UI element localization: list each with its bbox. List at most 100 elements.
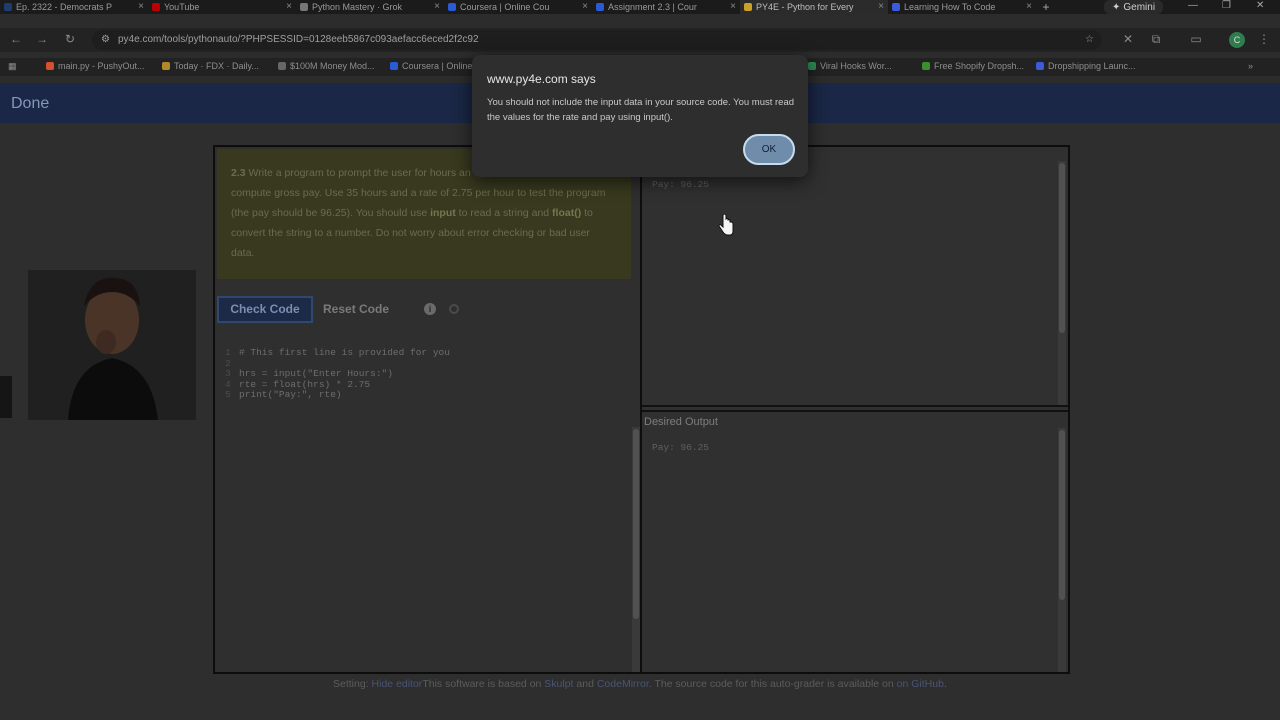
desired-output-box: Desired Output Pay: 96.25 <box>642 410 1068 672</box>
close-icon[interactable]: × <box>582 1 588 12</box>
apps-grid-icon[interactable]: ▦ <box>8 61 17 72</box>
bookmark-item[interactable]: Free Shopify Dropsh... <box>922 61 1024 71</box>
extension-icon[interactable]: ✕ <box>1120 32 1136 48</box>
bookmark-favicon-icon <box>922 62 930 70</box>
question-number: 2.3 <box>231 167 246 179</box>
close-icon[interactable]: × <box>730 1 736 12</box>
dialog-title: www.py4e.com says <box>487 72 596 86</box>
new-tab-button[interactable]: + <box>1036 0 1056 14</box>
footer-text: . <box>943 678 947 690</box>
tab-assignment[interactable]: Assignment 2.3 | Cour × <box>592 0 740 14</box>
skulpt-link[interactable]: Skulpt <box>544 678 573 690</box>
question-text: Write a program to prompt the user for h… <box>245 167 471 179</box>
tab-title: Ep. 2322 - Democrats P <box>16 2 113 12</box>
url-input[interactable]: ⚙ py4e.com/tools/pythonauto/?PHPSESSID=0… <box>92 30 1102 50</box>
check-code-button[interactable]: Check Code <box>217 296 313 323</box>
code-text: rte = float(hrs) * 2.75 <box>239 378 371 390</box>
question-keyword: float() <box>552 207 582 219</box>
your-output-box: Pay: 96.25 <box>642 147 1068 407</box>
tab-youtube[interactable]: YouTube × <box>148 0 296 14</box>
tab-py4e[interactable]: PY4E - Python for Every × <box>740 0 888 14</box>
reset-code-button[interactable]: Reset Code <box>323 298 389 321</box>
bookmark-item[interactable]: Coursera | Online... <box>390 61 480 71</box>
more-bookmarks-icon[interactable]: » <box>1248 61 1253 71</box>
bookmark-favicon-icon <box>162 62 170 70</box>
scrollbar-thumb[interactable] <box>633 429 639 619</box>
footer-text: This software is based on <box>422 678 545 690</box>
bookmark-label: Free Shopify Dropsh... <box>934 61 1025 71</box>
sparkle-icon: ✦ <box>1112 1 1121 13</box>
tab-learning[interactable]: Learning How To Code × <box>888 0 1036 14</box>
tab-title: Coursera | Online Cou <box>460 2 550 12</box>
bookmark-item[interactable]: Today · FDX · Daily... <box>162 61 259 71</box>
coursera-favicon-icon <box>596 3 604 11</box>
tab-coursera[interactable]: Coursera | Online Cou × <box>444 0 592 14</box>
webcam-edge <box>0 376 12 418</box>
dialog-message: You should not include the input data in… <box>487 97 795 123</box>
editor-scrollbar[interactable] <box>632 427 640 672</box>
info-icon[interactable]: i <box>424 303 436 315</box>
minimize-icon[interactable]: — <box>1188 0 1198 11</box>
tab-dw[interactable]: Ep. 2322 - Democrats P × <box>0 0 148 14</box>
question-text: (the pay should be 96.25). You should us… <box>231 207 431 219</box>
bookmark-label: Viral Hooks Wor... <box>820 61 892 71</box>
hand-cursor-icon <box>718 214 734 236</box>
bookmark-item[interactable]: Dropshipping Launc... <box>1036 61 1136 71</box>
bookmark-label: $100M Money Mod... <box>290 61 375 71</box>
cast-icon[interactable]: ▭ <box>1188 32 1204 48</box>
bookmark-star-icon[interactable]: ☆ <box>1085 30 1094 50</box>
autograder-panel: 2.3 Write a program to prompt the user f… <box>213 145 1070 674</box>
forward-icon[interactable]: → <box>34 32 50 48</box>
bookmark-favicon-icon <box>1036 62 1044 70</box>
spinner-icon <box>449 304 459 314</box>
desired-scrollbar[interactable] <box>1058 428 1066 672</box>
hide-editor-link[interactable]: Hide editor <box>372 678 423 690</box>
ok-button[interactable]: OK <box>743 134 795 165</box>
desired-output-text: Pay: 96.25 <box>652 442 710 453</box>
tab-title: Learning How To Code <box>904 2 996 12</box>
bookmark-label: Coursera | Online... <box>402 61 480 71</box>
code-line: 5 print("Pay:", rte) <box>225 389 450 401</box>
desired-output-title: Desired Output <box>644 416 718 428</box>
bookmark-item[interactable]: main.py - PushyOut... <box>46 61 145 71</box>
bookmark-label: Dropshipping Launc... <box>1048 61 1136 71</box>
codemirror-link[interactable]: CodeMirror <box>597 678 649 690</box>
window-close-icon[interactable]: ✕ <box>1256 0 1264 11</box>
extensions-puzzle-icon[interactable]: ⧉ <box>1148 32 1164 48</box>
question-text: data. <box>231 247 255 259</box>
close-icon[interactable]: × <box>434 1 440 12</box>
tab-grok[interactable]: Python Mastery · Grok × <box>296 0 444 14</box>
question-text: to <box>581 207 593 219</box>
code-text: print("Pay:", rte) <box>239 389 342 400</box>
alert-dialog: www.py4e.com says You should not include… <box>472 55 808 177</box>
code-editor[interactable]: 1 # This first line is provided for you 2… <box>225 347 450 401</box>
back-icon[interactable]: ← <box>8 32 24 48</box>
bookmark-item[interactable]: Viral Hooks Wor... <box>808 61 892 71</box>
output-scrollbar[interactable] <box>1058 161 1066 405</box>
bookmark-item[interactable]: $100M Money Mod... <box>278 61 375 71</box>
github-link[interactable]: on GitHub <box>897 678 944 690</box>
scrollbar-thumb[interactable] <box>1059 163 1065 333</box>
bookmark-label: Today · FDX · Daily... <box>174 61 259 71</box>
maximize-icon[interactable]: ❐ <box>1222 0 1231 11</box>
done-link[interactable]: Done <box>11 95 49 113</box>
footer-text: Setting: <box>333 678 372 690</box>
scrollbar-thumb[interactable] <box>1059 430 1065 600</box>
menu-kebab-icon[interactable]: ⋮ <box>1256 32 1272 48</box>
output-pane: Pay: 96.25 Desired Output Pay: 96.25 <box>642 147 1068 672</box>
gemini-button[interactable]: ✦ Gemini <box>1104 0 1164 14</box>
browser-tab-strip: Ep. 2322 - Democrats P × YouTube × Python … <box>0 0 1280 14</box>
profile-avatar[interactable]: C <box>1229 32 1245 48</box>
page-footer: Setting: Hide editorThis software is bas… <box>333 678 947 690</box>
bookmark-favicon-icon <box>46 62 54 70</box>
close-icon[interactable]: × <box>1026 1 1032 12</box>
close-icon[interactable]: × <box>138 1 144 12</box>
close-icon[interactable]: × <box>878 1 884 12</box>
close-icon[interactable]: × <box>286 1 292 12</box>
learning-favicon-icon <box>892 3 900 11</box>
site-info-icon[interactable]: ⚙ <box>101 30 110 50</box>
reload-icon[interactable]: ↻ <box>62 32 78 48</box>
address-bar-row: ← → ↻ ⚙ py4e.com/tools/pythonauto/?PHPSE… <box>0 28 1280 52</box>
tab-title: Assignment 2.3 | Cour <box>608 2 697 12</box>
bookmark-favicon-icon <box>390 62 398 70</box>
